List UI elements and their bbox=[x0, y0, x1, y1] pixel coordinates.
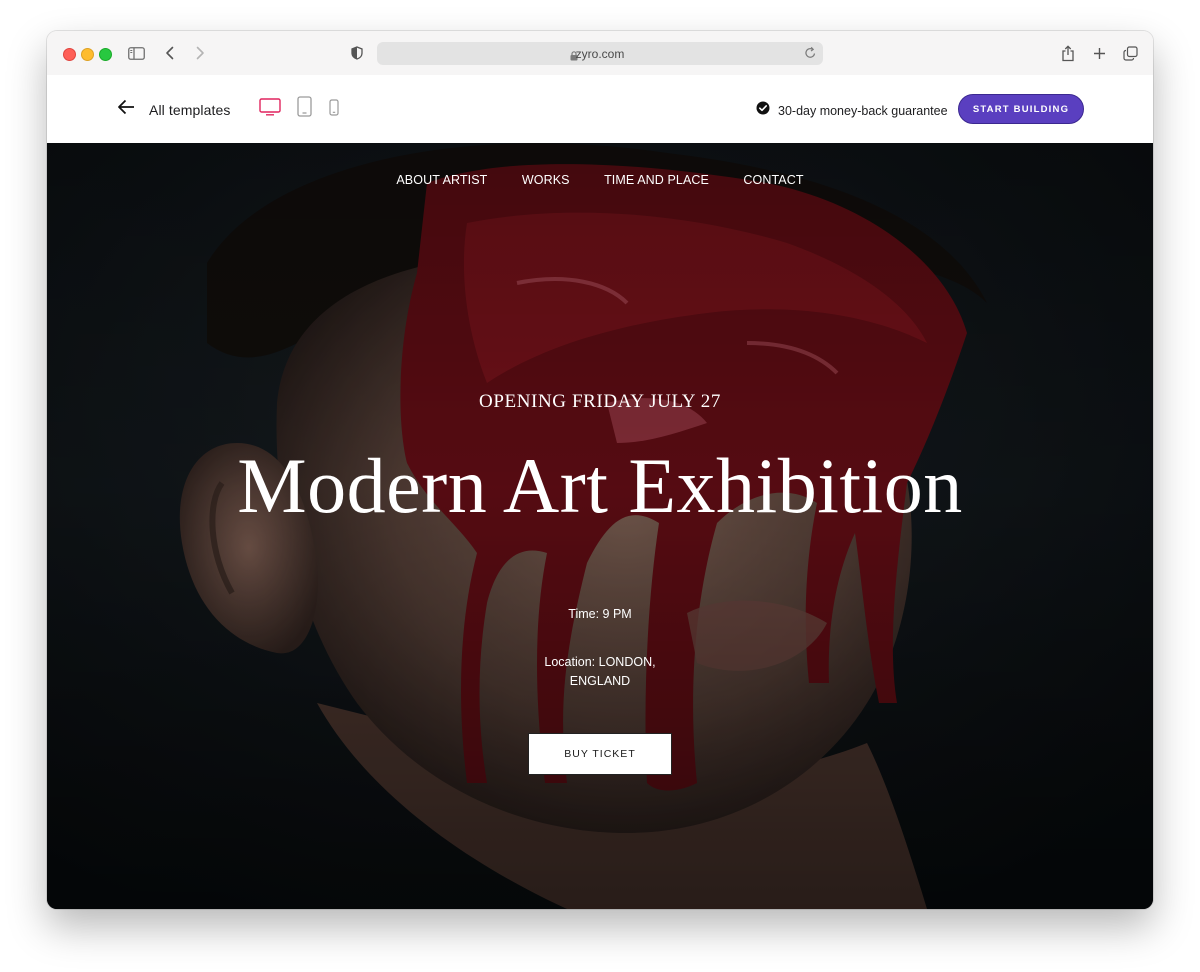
hero-section: ABOUT ARTIST WORKS TIME AND PLACE CONTAC… bbox=[47, 143, 1153, 909]
close-window-button[interactable] bbox=[63, 48, 76, 61]
buy-ticket-button[interactable]: BUY TICKET bbox=[528, 733, 672, 775]
guarantee-text: 30-day money-back guarantee bbox=[778, 103, 948, 118]
nav-contact[interactable]: CONTACT bbox=[743, 173, 803, 187]
tab-overview-icon[interactable] bbox=[1121, 44, 1139, 62]
site-nav: ABOUT ARTIST WORKS TIME AND PLACE CONTAC… bbox=[47, 171, 1153, 189]
zoom-window-button[interactable] bbox=[99, 48, 112, 61]
event-location: Location: LONDON, ENGLAND bbox=[497, 653, 703, 691]
back-chevron-icon[interactable] bbox=[161, 44, 179, 62]
nav-about-artist[interactable]: ABOUT ARTIST bbox=[396, 173, 487, 187]
browser-window: zyro.com All templates 30-day money-back… bbox=[47, 31, 1153, 909]
sidebar-toggle-icon[interactable] bbox=[127, 44, 145, 62]
start-building-button[interactable]: START BUILDING bbox=[958, 94, 1084, 124]
all-templates-label: All templates bbox=[149, 101, 231, 118]
mobile-view-icon[interactable] bbox=[329, 99, 339, 121]
check-circle-icon bbox=[756, 101, 770, 120]
desktop-view-icon[interactable] bbox=[259, 98, 281, 121]
nav-time-and-place[interactable]: TIME AND PLACE bbox=[604, 173, 709, 187]
location-line-1: Location: LONDON, bbox=[544, 655, 656, 669]
money-back-guarantee: 30-day money-back guarantee bbox=[756, 101, 948, 120]
event-time: Time: 9 PM bbox=[568, 607, 632, 621]
template-preview-toolbar: All templates 30-day money-back guarante… bbox=[47, 75, 1153, 143]
url-text: zyro.com bbox=[575, 47, 625, 61]
address-bar[interactable]: zyro.com bbox=[377, 42, 823, 65]
minimize-window-button[interactable] bbox=[81, 48, 94, 61]
all-templates-link[interactable]: All templates bbox=[117, 99, 230, 120]
arrow-left-icon bbox=[117, 99, 135, 120]
forward-chevron-icon[interactable] bbox=[191, 44, 209, 62]
opening-date: OPENING FRIDAY JULY 27 bbox=[479, 391, 721, 412]
share-icon[interactable] bbox=[1059, 44, 1077, 62]
privacy-shield-icon[interactable] bbox=[348, 44, 366, 62]
location-line-2: ENGLAND bbox=[569, 674, 631, 688]
nav-works[interactable]: WORKS bbox=[522, 173, 570, 187]
new-tab-plus-icon[interactable] bbox=[1090, 44, 1108, 62]
tablet-view-icon[interactable] bbox=[297, 96, 312, 122]
browser-chrome: zyro.com bbox=[47, 31, 1153, 76]
page-title: Modern Art Exhibition bbox=[237, 442, 963, 529]
reload-icon[interactable] bbox=[804, 46, 817, 65]
